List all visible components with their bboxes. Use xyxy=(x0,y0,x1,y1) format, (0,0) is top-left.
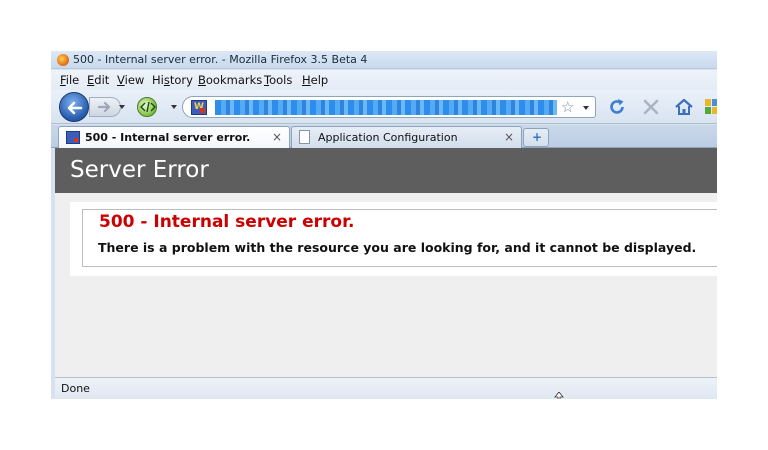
plus-icon: + xyxy=(532,130,543,144)
menu-bookmarks[interactable]: Bookmarks xyxy=(198,73,262,87)
menu-bar: File Edit View History Bookmarks Tools H… xyxy=(51,70,717,90)
tab-label: Application Configuration xyxy=(318,131,458,144)
page-content: Server Error 500 - Internal server error… xyxy=(55,148,717,377)
error-title: 500 - Internal server error. xyxy=(99,212,355,232)
menu-edit[interactable]: Edit xyxy=(87,73,109,87)
firefox-icon xyxy=(57,54,69,66)
status-text: Done xyxy=(61,382,90,395)
tab-application-configuration[interactable]: Application Configuration × xyxy=(291,126,522,148)
browser-window: 500 - Internal server error. - Mozilla F… xyxy=(51,51,717,399)
document-icon xyxy=(299,130,310,144)
stop-icon[interactable] xyxy=(641,97,661,117)
tab-internal-server-error[interactable]: 500 - Internal server error. × xyxy=(58,126,290,149)
tab-label: 500 - Internal server error. xyxy=(85,131,251,144)
status-bar: Done xyxy=(55,377,717,399)
navigation-toolbar: W ☆ xyxy=(51,90,717,124)
addon-icon[interactable] xyxy=(705,99,717,115)
site-favicon-icon xyxy=(66,131,80,144)
menu-history[interactable]: History xyxy=(152,73,193,87)
url-text[interactable] xyxy=(215,100,557,115)
page-title: Server Error xyxy=(70,157,209,183)
new-tab-button[interactable]: + xyxy=(523,128,549,147)
code-view-icon[interactable] xyxy=(137,97,157,117)
error-box: 500 - Internal server error. There is a … xyxy=(82,209,717,267)
history-dropdown-icon[interactable] xyxy=(119,105,125,109)
back-button[interactable] xyxy=(59,92,89,122)
code-view-dropdown-icon[interactable] xyxy=(171,105,177,109)
back-arrow-icon xyxy=(67,101,83,115)
close-tab-icon[interactable]: × xyxy=(272,130,282,144)
menu-file[interactable]: File xyxy=(60,73,79,87)
code-brackets-icon xyxy=(140,102,156,112)
menu-help[interactable]: Help xyxy=(302,73,328,87)
forward-button[interactable] xyxy=(89,97,121,117)
address-bar[interactable]: W ☆ xyxy=(182,96,596,118)
home-icon[interactable] xyxy=(674,97,694,117)
close-tab-icon[interactable]: × xyxy=(504,130,514,144)
url-dropdown-icon[interactable] xyxy=(583,106,589,110)
window-title: 500 - Internal server error. - Mozilla F… xyxy=(73,53,368,66)
title-bar: 500 - Internal server error. - Mozilla F… xyxy=(51,51,717,69)
error-message: There is a problem with the resource you… xyxy=(98,240,697,255)
menu-view[interactable]: View xyxy=(117,73,144,87)
tab-strip: 500 - Internal server error. × Applicati… xyxy=(51,125,717,149)
mouse-cursor-icon xyxy=(554,392,564,399)
menu-tools[interactable]: Tools xyxy=(264,73,292,87)
page-header: Server Error xyxy=(55,148,717,193)
error-panel: 500 - Internal server error. There is a … xyxy=(70,202,717,276)
site-favicon-icon: W xyxy=(191,100,207,115)
reload-icon[interactable] xyxy=(607,97,627,117)
bookmark-star-icon[interactable]: ☆ xyxy=(561,98,574,116)
forward-arrow-icon xyxy=(97,101,111,113)
